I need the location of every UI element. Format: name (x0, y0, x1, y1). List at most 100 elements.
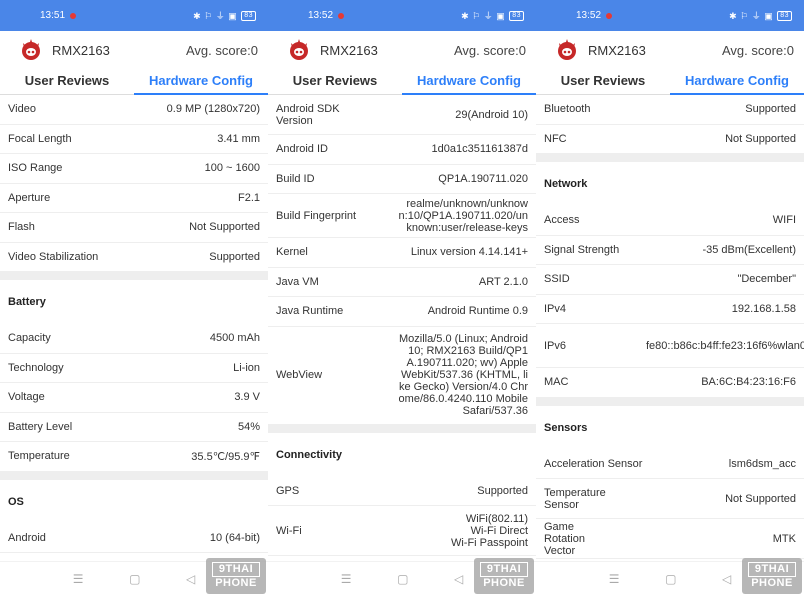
menu-icon[interactable]: ☰ (341, 572, 352, 586)
spec-value: Supported (209, 250, 260, 263)
spec-row: Build ID QP1A.190711.020 (268, 165, 536, 194)
spec-value: 0.9 MP (1280x720) (166, 103, 260, 116)
spec-row: NFC Not Supported (536, 125, 804, 154)
section-header: Connectivity (276, 448, 343, 461)
battery-icon: 83 (777, 10, 792, 21)
spec-value: Not Supported (725, 492, 796, 505)
tab-bar: User Reviews Hardware Config (0, 69, 268, 95)
section-header: Battery (8, 296, 46, 308)
avg-score: Avg. score:0 (453, 42, 526, 58)
spec-row: Bluetooth Supported (536, 95, 804, 125)
back-icon[interactable]: ◁ (722, 572, 731, 586)
home-icon[interactable]: ▢ (665, 572, 676, 586)
spec-row: Flash Not Supported (0, 213, 268, 243)
spec-row: Access WIFI (536, 206, 804, 236)
avg-score: Avg. score:0 (185, 42, 258, 58)
spec-value: 1d0a1c351161387d (431, 143, 528, 156)
status-icons: ✱ ⚐ ⏚ ▣ (461, 11, 506, 21)
spec-row: Capacity 4500 mAh (0, 324, 268, 354)
avg-score: Avg. score:0 (721, 42, 794, 58)
spec-row: Battery Level 54% (0, 413, 268, 442)
spec-row: Video 0.9 MP (1280x720) (0, 95, 268, 125)
screenshot-collage: 13:51 ✱ ⚐ ⏚ ▣ 83 RMX2163 Avg. score:0 User Re… (0, 0, 804, 596)
antutu-flame-icon (18, 37, 44, 63)
spec-row: GPS Supported (268, 477, 536, 506)
spec-row: WebView Mozilla/5.0 (Linux; Android 10; R… (268, 327, 536, 425)
tab-bar: User Reviews Hardware Config (268, 69, 536, 95)
spec-label: Android SDK Version (276, 102, 340, 127)
spec-label: SSID (544, 273, 570, 286)
status-time: 13:52 (308, 10, 334, 21)
spec-label: Capacity (8, 332, 51, 345)
tab-hardware-config[interactable]: Hardware Config (670, 69, 804, 95)
notification-icon (70, 12, 77, 19)
section-divider (536, 397, 804, 406)
antutu-flame-icon (554, 37, 580, 63)
menu-icon[interactable]: ☰ (609, 572, 620, 586)
section-divider (536, 154, 804, 162)
spec-row: SSID "December" (536, 265, 804, 295)
spec-value: BA:6C:B4:23:16:F6 (701, 376, 796, 389)
home-icon[interactable]: ▢ (397, 572, 408, 586)
spec-value: lsm6dsm_acc (728, 457, 796, 470)
device-name: RMX2163 (588, 42, 646, 58)
spec-label: Signal Strength (544, 243, 620, 256)
watermark-logo: 9THAI PHONE (742, 558, 802, 594)
spec-label: Temperature (8, 450, 70, 463)
section-header: OS (8, 495, 24, 508)
spec-value: MTK (772, 532, 796, 545)
section-header: Sensors (544, 421, 588, 434)
antutu-flame-icon (286, 37, 312, 63)
spec-value: "December" (737, 273, 796, 286)
tab-hardware-config[interactable]: Hardware Config (402, 69, 536, 95)
spec-value: 10 (64-bit) (209, 531, 260, 544)
device-name: RMX2163 (52, 42, 110, 58)
spec-row: Technology Li-ion (0, 354, 268, 383)
spec-label: Build ID (276, 172, 315, 185)
spec-value: Supported (477, 484, 528, 497)
back-icon[interactable]: ◁ (454, 572, 463, 586)
home-icon[interactable]: ▢ (129, 572, 140, 586)
hardware-config-list[interactable]: Video 0.9 MP (1280x720) Focal Length 3.41 m… (0, 95, 268, 561)
spec-value: Not Supported (189, 221, 260, 234)
tab-user-reviews[interactable]: User Reviews (536, 69, 670, 94)
status-right: ✱ ⚐ ⏚ ▣ 83 (729, 9, 792, 22)
phone-screen-2: 13:52 ✱ ⚐ ⏚ ▣ 83 RMX2163 Avg. score:0 User Re… (268, 0, 536, 596)
section-divider (268, 424, 536, 433)
spec-value: F2.1 (237, 191, 260, 204)
spec-value: Linux version 4.14.141+ (410, 246, 528, 259)
spec-label: Acceleration Sensor (544, 457, 643, 470)
spec-row: Voltage 3.9 V (0, 383, 268, 413)
spec-label: Flash (8, 221, 35, 234)
spec-value: WiFi(802.11) Wi-Fi Direct Wi-Fi Passpoin… (450, 512, 528, 549)
watermark-bottom: PHONE (215, 577, 257, 589)
menu-icon[interactable]: ☰ (73, 572, 84, 586)
spec-label: ISO Range (8, 162, 63, 175)
phone-screen-1: 13:51 ✱ ⚐ ⏚ ▣ 83 RMX2163 Avg. score:0 User Re… (0, 0, 268, 596)
tab-user-reviews[interactable]: User Reviews (0, 69, 134, 94)
spec-row: IPv6 fe80::b86c:b4ff:fe23:16f6%wlan0 (536, 324, 804, 368)
tab-hardware-config[interactable]: Hardware Config (134, 69, 268, 95)
spec-value: Supported (745, 103, 796, 116)
spec-value: 100 ~ 1600 (204, 162, 260, 175)
tab-user-reviews[interactable]: User Reviews (268, 69, 402, 94)
spec-value: -35 dBm(Excellent) (702, 243, 796, 256)
spec-row: Kernel Linux version 4.14.141+ (268, 238, 536, 268)
spec-value: Android Runtime 0.9 (427, 305, 528, 318)
spec-label: Bluetooth (544, 103, 591, 116)
status-time: 13:52 (576, 10, 602, 21)
hardware-config-list[interactable]: Android SDK Version 29(Android 10) Android… (268, 95, 536, 561)
spec-row: Acceleration Sensor lsm6dsm_acc (536, 450, 804, 479)
spec-row: Build Fingerprint realme/unknown/unknown:… (268, 194, 536, 238)
back-icon[interactable]: ◁ (186, 572, 195, 586)
spec-value: 29(Android 10) (455, 108, 528, 121)
spec-label: Temperature Sensor (544, 486, 606, 511)
phone-screen-3: 13:52 ✱ ⚐ ⏚ ▣ 83 RMX2163 Avg. score:0 User Re… (536, 0, 804, 596)
hardware-config-list[interactable]: Bluetooth Supported NFC Not Supported Networ… (536, 95, 804, 561)
status-icons: ✱ ⚐ ⏚ ▣ (193, 11, 238, 21)
spec-label: IPv4 (544, 302, 567, 315)
app-header: RMX2163 Avg. score:0 (268, 31, 536, 69)
tab-bar: User Reviews Hardware Config (536, 69, 804, 95)
spec-label: Java VM (276, 275, 319, 288)
status-bar: 13:52 ✱ ⚐ ⏚ ▣ 83 (536, 0, 804, 31)
